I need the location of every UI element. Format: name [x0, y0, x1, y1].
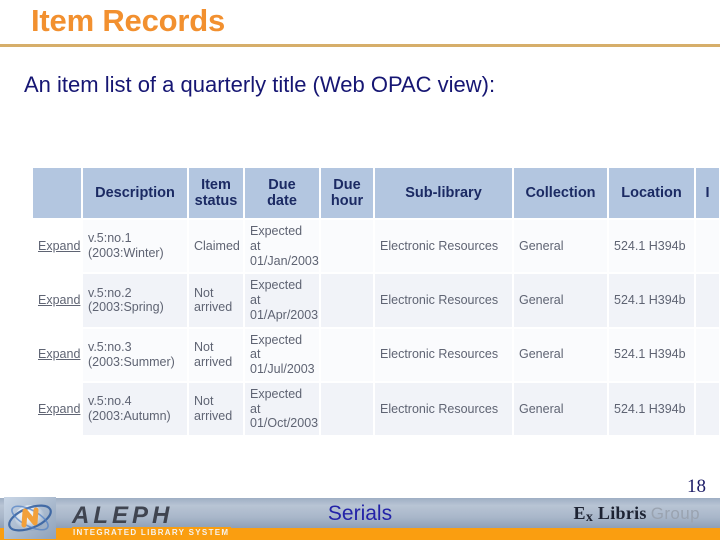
- cell-description: v.5:no.1 (2003:Winter): [82, 219, 189, 275]
- cell-due-hour: [320, 381, 375, 438]
- column-header-collection: Collection: [513, 168, 609, 220]
- description-line1: v.5:no.2: [88, 285, 132, 300]
- expand-link[interactable]: Expand: [38, 239, 80, 253]
- cell-collection: General: [513, 219, 609, 275]
- cell-collection: General: [513, 381, 609, 438]
- item-status-line1: Claimed: [194, 238, 240, 253]
- cell-description: v.5:no.4 (2003:Autumn): [82, 381, 189, 438]
- slide-subtitle: An item list of a quarterly title (Web O…: [24, 72, 496, 97]
- description-line2: (2003:Summer): [88, 354, 175, 369]
- aleph-tagline: INTEGRATED LIBRARY SYSTEM: [72, 527, 232, 538]
- cell-due-date: Expected at 01/Jan/2003: [244, 219, 321, 275]
- cell-item-status: Claimed: [188, 219, 245, 275]
- due-date-line2: 01/Jul/2003: [250, 362, 315, 376]
- cell-location: 524.1 H394b: [608, 219, 696, 275]
- column-header-due-hour: Due hour: [320, 168, 375, 220]
- cell-partial-cutoff: [695, 219, 720, 275]
- ex-libris-group-logo: Ex Libris Group: [574, 503, 701, 526]
- title-divider: [0, 44, 720, 47]
- column-header-item-status: Item status: [188, 168, 245, 220]
- item-status-line2: arrived: [194, 354, 233, 369]
- column-header-due-hour-line2: hour: [330, 193, 364, 209]
- expand-link[interactable]: Expand: [38, 402, 80, 416]
- due-date-line1: Expected at: [250, 332, 303, 362]
- cell-partial-cutoff: [695, 381, 720, 438]
- cell-sub-library: Electronic Resources: [374, 273, 514, 329]
- item-list-table: Description Item status Due date Due hour S…: [33, 168, 720, 438]
- item-status-line1: Not: [194, 394, 214, 409]
- description-line2: (2003:Spring): [88, 300, 164, 315]
- cell-item-status: Not arrived: [188, 381, 245, 438]
- due-date-line2: 01/Oct/2003: [250, 416, 319, 431]
- expand-link[interactable]: Expand: [38, 347, 80, 361]
- ex-libris-group: Group: [650, 504, 700, 523]
- cell-sub-library: Electronic Resources: [374, 381, 514, 438]
- aleph-logo: ALEPH INTEGRATED LIBRARY SYSTEM: [0, 495, 250, 540]
- due-date-line2: 01/Jan/2003: [250, 253, 319, 268]
- cell-description: v.5:no.3 (2003:Summer): [82, 327, 189, 383]
- description-line1: v.5:no.1: [88, 231, 132, 246]
- item-status-line1: Not: [194, 339, 214, 354]
- column-header-due-hour-line1: Due: [333, 176, 361, 193]
- cell-sub-library: Electronic Resources: [374, 219, 514, 275]
- description-line1: v.5:no.3: [88, 339, 132, 354]
- ex-libris-libris: Libris: [593, 503, 647, 523]
- cell-location: 524.1 H394b: [608, 381, 696, 438]
- column-header-due-date-line1: Due: [268, 176, 296, 193]
- cell-collection: General: [513, 273, 609, 329]
- cell-partial-cutoff: [695, 273, 720, 329]
- cell-item-status: Not arrived: [188, 273, 245, 329]
- table-header-row: Description Item status Due date Due hour S…: [33, 168, 720, 220]
- due-date-line1: Expected at: [250, 224, 303, 253]
- cell-item-status: Not arrived: [188, 327, 245, 383]
- cell-location: 524.1 H394b: [608, 327, 696, 383]
- due-date-line1: Expected at: [250, 278, 303, 307]
- cell-partial-cutoff: [695, 327, 720, 383]
- aleph-globe-icon: [4, 497, 56, 539]
- ex-libris-ex: E: [573, 503, 586, 523]
- table-row: Expand v.5:no.3 (2003:Summer) Not arrived Exp…: [33, 327, 720, 383]
- item-status-line2: arrived: [194, 300, 233, 315]
- cell-expand: Expand: [33, 381, 83, 438]
- column-header-partial-cutoff: I: [695, 168, 720, 220]
- description-line2: (2003:Winter): [88, 246, 164, 261]
- column-header-description: Description: [82, 168, 189, 220]
- cell-due-date: Expected at 01/Apr/2003: [244, 273, 321, 329]
- cell-expand: Expand: [33, 273, 83, 329]
- table-row: Expand v.5:no.2 (2003:Spring) Not arrived Exp…: [33, 273, 720, 329]
- table-row: Expand v.5:no.1 (2003:Winter) Claimed Expect…: [33, 219, 720, 275]
- table-row: Expand v.5:no.4 (2003:Autumn) Not arrived Exp…: [33, 381, 720, 438]
- cell-location: 524.1 H394b: [608, 273, 696, 329]
- description-line2: (2003:Autumn): [88, 408, 171, 423]
- cell-expand: Expand: [33, 327, 83, 383]
- column-header-location: Location: [608, 168, 696, 220]
- column-header-expand: [33, 168, 83, 220]
- cell-due-hour: [320, 327, 375, 383]
- description-line1: v.5:no.4: [88, 394, 132, 409]
- table-body: Expand v.5:no.1 (2003:Winter) Claimed Expect…: [33, 219, 720, 438]
- cell-expand: Expand: [33, 219, 83, 275]
- cell-description: v.5:no.2 (2003:Spring): [82, 273, 189, 329]
- cell-due-hour: [320, 219, 375, 275]
- due-date-line2: 01/Apr/2003: [250, 307, 319, 322]
- column-header-due-date: Due date: [244, 168, 321, 220]
- cell-sub-library: Electronic Resources: [374, 327, 514, 383]
- column-header-due-date-line2: date: [267, 193, 297, 209]
- page-number: 18: [687, 476, 706, 497]
- page-title: Item Records: [31, 3, 225, 38]
- cell-due-date: Expected at 01/Jul/2003: [244, 327, 321, 383]
- item-status-line2: arrived: [194, 408, 233, 423]
- cell-collection: General: [513, 327, 609, 383]
- aleph-wordmark: ALEPH: [72, 502, 174, 529]
- cell-due-hour: [320, 273, 375, 329]
- column-header-item-status-line1: Item: [201, 176, 231, 193]
- expand-link[interactable]: Expand: [38, 293, 80, 307]
- column-header-item-status-line2: status: [194, 193, 238, 209]
- item-status-line1: Not: [194, 285, 214, 300]
- cell-due-date: Expected at 01/Oct/2003: [244, 381, 321, 438]
- due-date-line1: Expected at: [250, 386, 303, 416]
- column-header-sub-library: Sub-library: [374, 168, 514, 220]
